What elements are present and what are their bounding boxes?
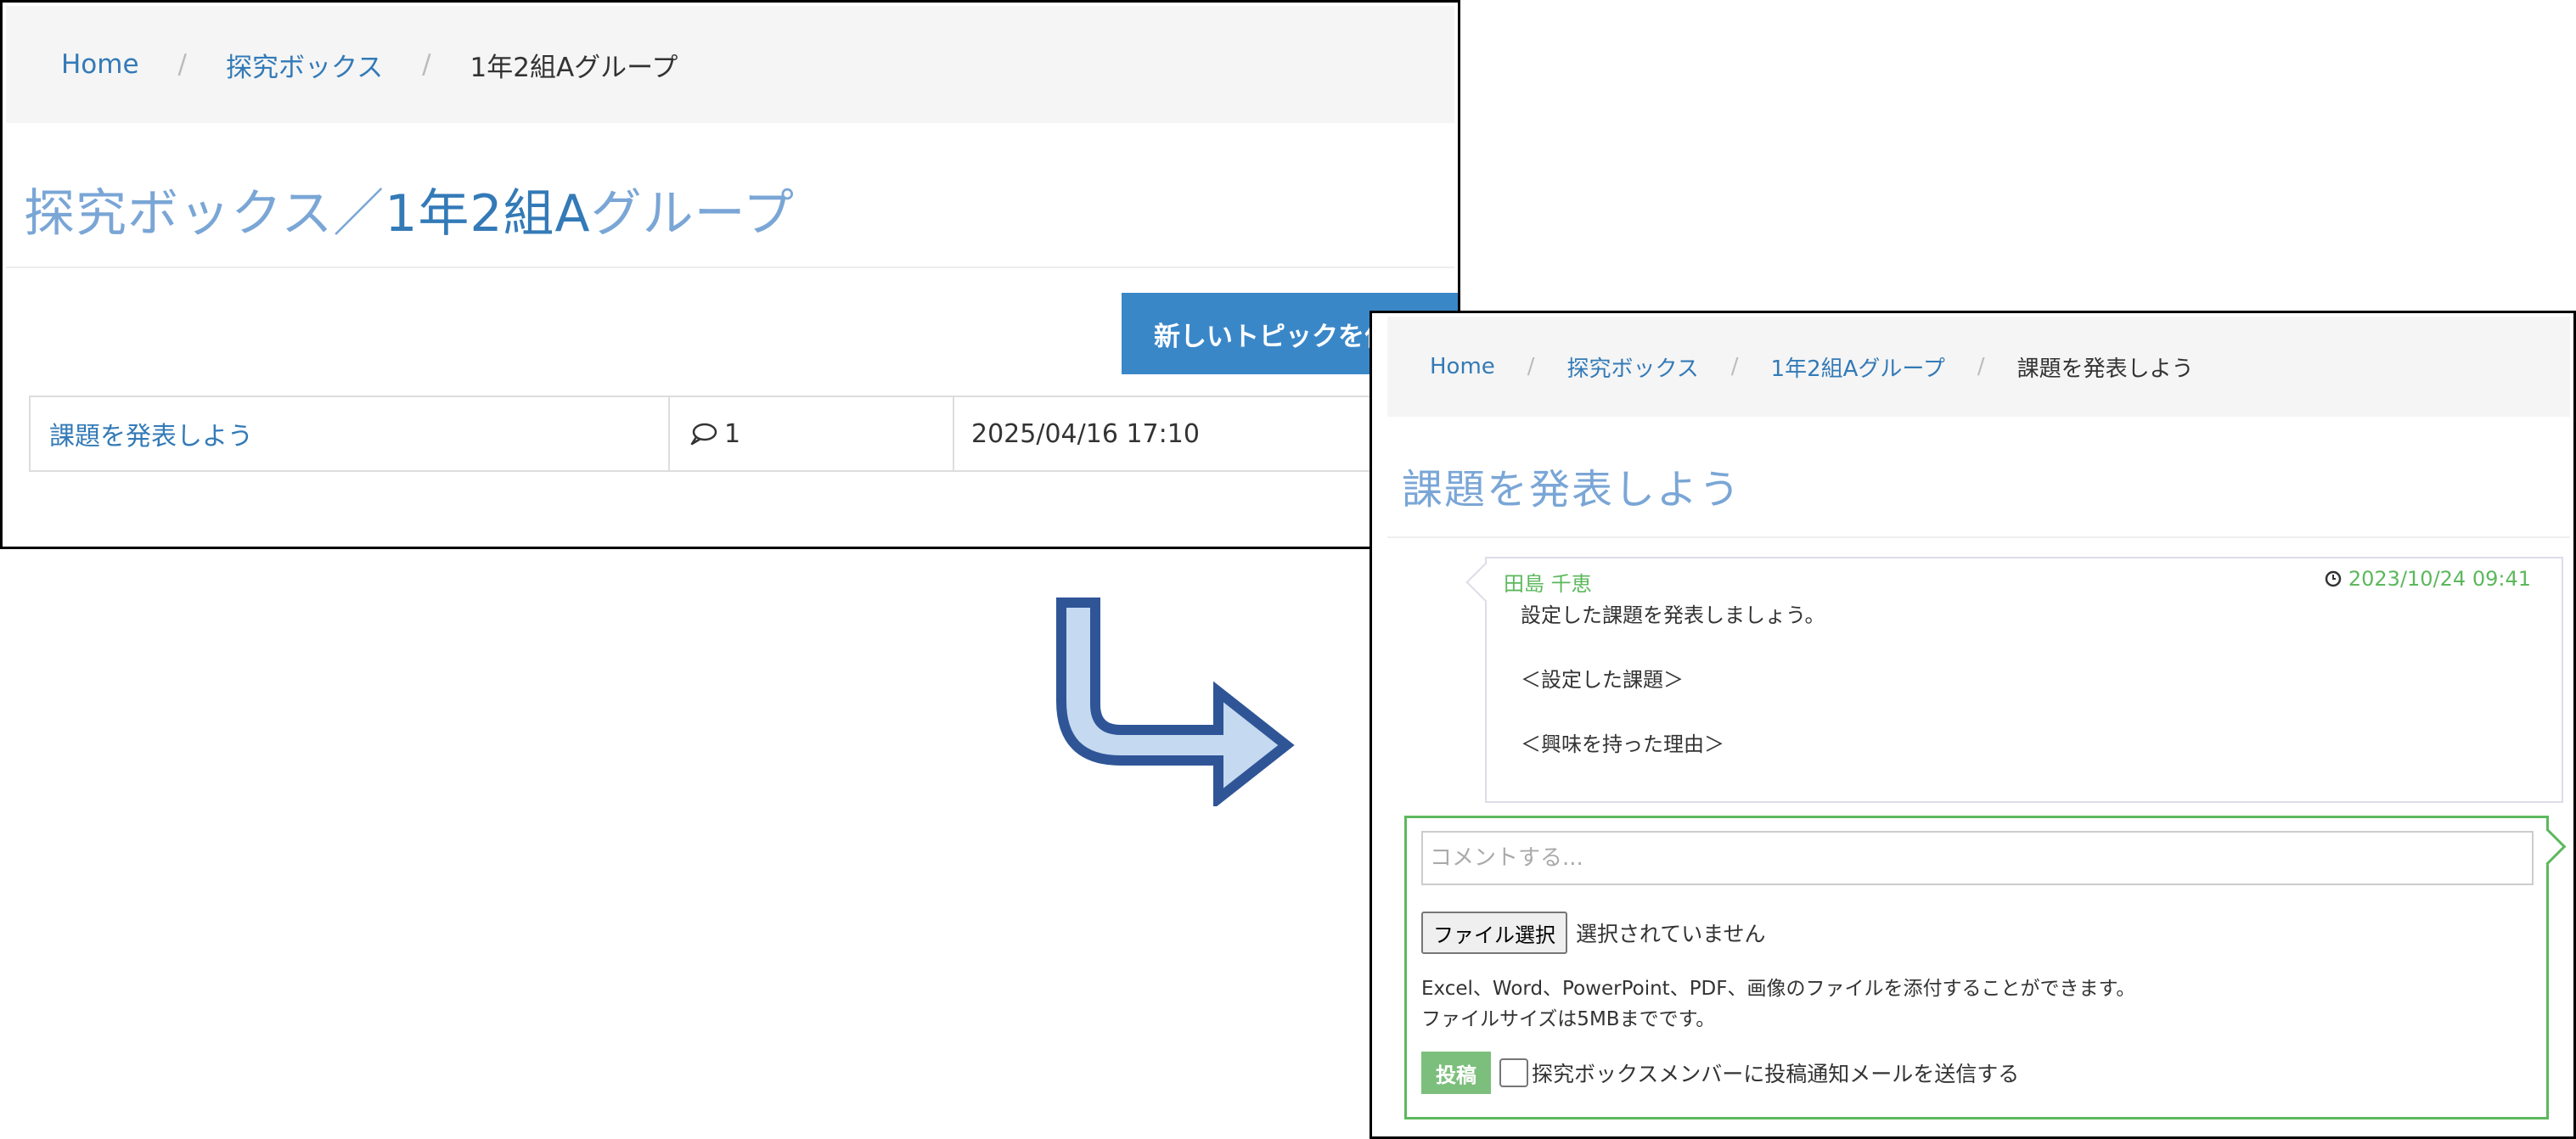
notify-checkbox[interactable] <box>1499 1058 1528 1087</box>
breadcrumb-group: 1年2組Aグループ <box>470 52 678 83</box>
comment-form: ファイル選択 選択されていません Excel、Word、PowerPoint、P… <box>1404 816 2567 1119</box>
comment-bubble-icon <box>690 423 717 446</box>
file-upload-row: ファイル選択 選択されていません <box>1421 912 1766 954</box>
post-line: ＜設定した課題＞ <box>1521 668 1684 692</box>
submit-row: 投稿 探究ボックスメンバーに投稿通知メールを送信する <box>1421 1052 2019 1094</box>
divider <box>1387 536 2570 538</box>
topic-post: 田島 千恵 2023/10/24 09:41 設定した課題を発表しましょう。 ＜… <box>1465 557 2563 803</box>
clock-icon <box>2325 570 2342 587</box>
breadcrumb: Home / 探究ボックス / 1年2組Aグループ <box>6 6 1454 123</box>
down-right-arrow-icon <box>1056 598 1295 806</box>
file-note-line: ファイルサイズは5MBまでです。 <box>1421 1008 1716 1030</box>
breadcrumb: Home / 探究ボックス / 1年2組Aグループ / 課題を発表しよう <box>1387 317 2570 417</box>
page-title-group: 1年2組A <box>385 184 591 244</box>
notify-label[interactable]: 探究ボックスメンバーに投稿通知メールを送信する <box>1532 1058 2019 1088</box>
submit-button[interactable]: 投稿 <box>1421 1052 1491 1094</box>
breadcrumb-separator: / <box>1730 354 1739 379</box>
page-title-prefix: 探究ボックス／ <box>24 184 385 244</box>
breadcrumb-separator: / <box>1527 354 1535 379</box>
breadcrumb-separator: / <box>1977 354 1985 379</box>
topic-title-link[interactable]: 課題を発表しよう <box>31 397 670 470</box>
page-title: 探究ボックス／1年2組Aグループ <box>24 172 795 246</box>
file-status: 選択されていません <box>1576 922 1766 946</box>
breadcrumb-tankyu-box[interactable]: 探究ボックス <box>1567 351 1699 383</box>
comment-count-value: 1 <box>724 418 741 449</box>
post-datetime: 2023/10/24 09:41 <box>2348 567 2531 591</box>
post-line <box>1521 696 1825 728</box>
page-title: 課題を発表しよう <box>1402 466 1742 513</box>
post-pointer <box>1465 563 1505 602</box>
divider <box>6 267 1454 268</box>
table-row: 課題を発表しよう 1 2025/04/16 17:10 <box>29 396 1455 472</box>
breadcrumb-home[interactable]: Home <box>61 49 139 80</box>
topic-comment-count: 1 <box>670 397 954 470</box>
breadcrumb-topic: 課題を発表しよう <box>2016 356 2194 382</box>
post-line <box>1521 631 1825 664</box>
file-note-line: Excel、Word、PowerPoint、PDF、画像のファイルを添付すること… <box>1421 978 2136 1000</box>
breadcrumb-separator: / <box>422 49 431 80</box>
breadcrumb-tankyu-box[interactable]: 探究ボックス <box>226 46 383 84</box>
breadcrumb-separator: / <box>177 49 187 80</box>
page-title-suffix: グループ <box>590 184 796 244</box>
file-note: Excel、Word、PowerPoint、PDF、画像のファイルを添付すること… <box>1421 973 2135 1035</box>
breadcrumb-group[interactable]: 1年2組Aグループ <box>1771 351 1945 383</box>
post-line: ＜興味を持った理由＞ <box>1521 732 1724 756</box>
post-author[interactable]: 田島 千恵 <box>1504 567 1592 597</box>
breadcrumb-home[interactable]: Home <box>1430 354 1495 379</box>
comment-input[interactable] <box>1421 831 2534 885</box>
post-timestamp: 2023/10/24 09:41 <box>2325 567 2531 591</box>
file-select-button[interactable]: ファイル選択 <box>1421 912 1567 954</box>
topic-list-panel: Home / 探究ボックス / 1年2組Aグループ 探究ボックス／1年2組Aグル… <box>0 0 1460 549</box>
topic-detail-panel: Home / 探究ボックス / 1年2組Aグループ / 課題を発表しよう 課題を… <box>1370 311 2576 1139</box>
post-body: 設定した課題を発表しましょう。 ＜設定した課題＞ ＜興味を持った理由＞ <box>1521 599 1825 760</box>
form-pointer <box>2528 828 2567 866</box>
post-line: 設定した課題を発表しましょう。 <box>1521 603 1825 627</box>
